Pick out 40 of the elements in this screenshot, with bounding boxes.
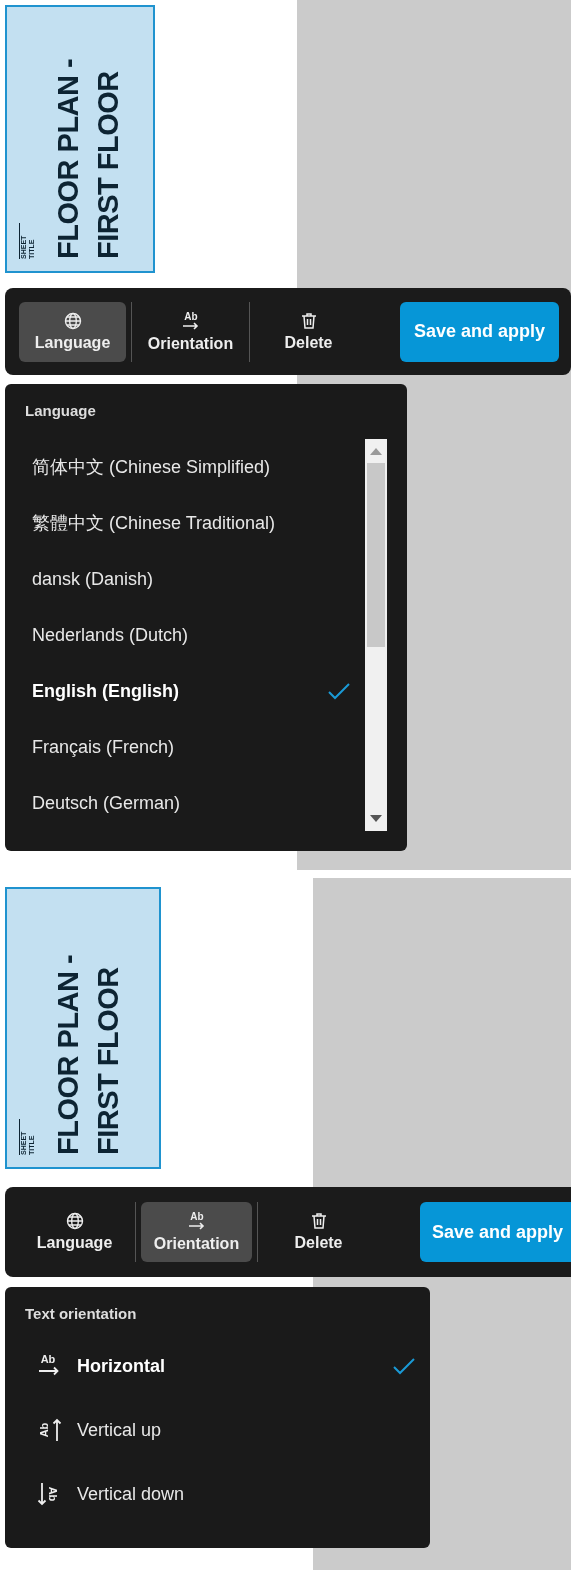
globe-icon [63,311,82,330]
language-option[interactable]: Nederlands (Dutch) [25,607,365,663]
language-option[interactable]: 繁體中文 (Chinese Traditional) [25,495,365,551]
orientation-tool-button[interactable]: Ab Orientation [141,1202,252,1262]
trash-icon [310,1212,327,1230]
language-option[interactable]: dansk (Danish) [25,551,365,607]
scroll-down-icon[interactable] [370,815,382,823]
option-label: Vertical up [77,1419,163,1441]
globe-icon [65,1212,84,1230]
option-label: 简体中文 (Chinese Simplified) [32,456,272,479]
language-option[interactable]: Deutsch (German) [25,775,365,831]
sheet-title-text: FLOOR PLAN - FIRST FLOOR [51,57,125,259]
orientation-tool-button[interactable]: Ab Orientation [137,301,244,362]
delete-tool-button[interactable]: Delete [263,1202,374,1262]
option-label: Nederlands (Dutch) [32,624,190,646]
option-label: Deutsch (German) [32,792,182,814]
language-tool-button[interactable]: Language [19,301,126,362]
orientation-option[interactable]: Ab Vertical down [25,1462,430,1526]
option-label: Français (French) [32,736,176,758]
orientation-option[interactable]: Ab Vertical up [25,1398,430,1462]
scroll-up-icon[interactable] [370,447,382,455]
checkmark-icon [392,1356,416,1376]
delete-tool-button[interactable]: Delete [255,301,362,362]
menu-title: Language [25,402,97,419]
orientation-option[interactable]: Ab Horizontal [25,1334,430,1398]
trash-icon [300,311,317,330]
option-label: Vertical down [77,1483,186,1505]
option-label: English (English) [32,680,180,702]
scrollbar[interactable] [365,439,387,831]
language-tool-button[interactable]: Language [19,1202,130,1262]
language-option[interactable]: 简体中文 (Chinese Simplified) [25,439,365,495]
language-option[interactable]: Français (French) [25,719,365,775]
option-label: 繁體中文 (Chinese Traditional) [32,512,277,535]
checkmark-icon [327,681,351,701]
language-option[interactable]: English (English) [25,663,365,719]
sheet-title-text: FLOOR PLAN - FIRST FLOOR [51,953,125,1155]
menu-title: Text orientation [25,1305,138,1322]
option-label: Horizontal [77,1355,166,1377]
scrollbar-thumb[interactable] [367,463,385,647]
option-label: dansk (Danish) [32,568,155,590]
